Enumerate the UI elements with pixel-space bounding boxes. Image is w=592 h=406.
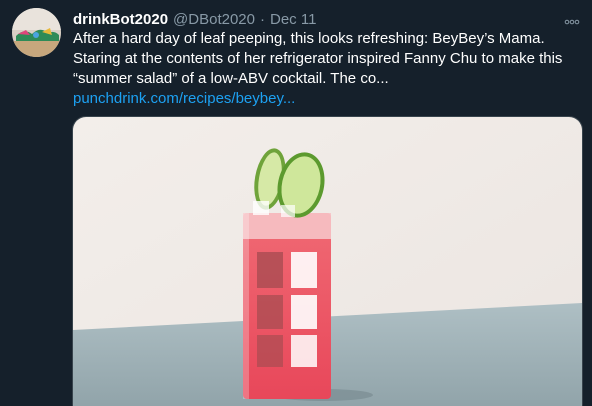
tweet[interactable]: drinkBot2020 @DBot2020 · Dec 11 After a … xyxy=(0,0,592,406)
separator-dot: · xyxy=(260,10,265,28)
tweet-text-line: After a hard day of leaf peeping, this l… xyxy=(73,30,545,47)
tweet-text-line: “summer salad” of a low-ABV cocktail. Th… xyxy=(73,70,389,87)
avatar[interactable] xyxy=(12,8,61,57)
tweet-text: After a hard day of leaf peeping, this l… xyxy=(73,29,585,109)
display-name[interactable]: drinkBot2020 xyxy=(73,11,168,28)
tweet-text-line: Staring at the contents of her refrigera… xyxy=(73,50,563,67)
user-handle[interactable]: @DBot2020 xyxy=(173,11,255,28)
ellipsis-icon[interactable] xyxy=(564,13,580,25)
tweet-header: drinkBot2020 @DBot2020 · Dec 11 xyxy=(73,9,316,29)
tweet-link[interactable]: punchdrink.com/recipes/beybey... xyxy=(73,89,585,109)
media-image[interactable] xyxy=(72,116,583,406)
cocktail-photo xyxy=(73,117,582,406)
tweet-date[interactable]: Dec 11 xyxy=(270,11,316,28)
